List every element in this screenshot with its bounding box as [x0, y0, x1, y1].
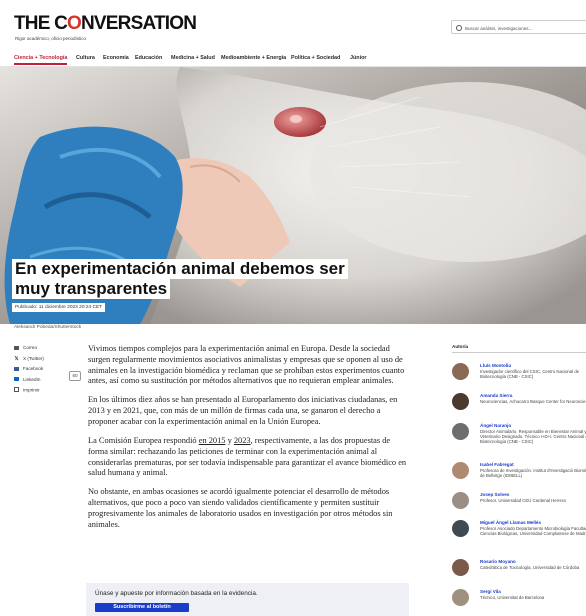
author-name[interactable]: Isabel Fabregat	[480, 462, 514, 467]
site-logo[interactable]: THE CONVERSATION	[14, 13, 197, 35]
linkedin-icon	[14, 377, 19, 382]
nav-item-educacion[interactable]: Educación	[135, 55, 162, 61]
avatar	[452, 423, 469, 440]
share-x[interactable]: 𝕏X (Twitter)	[14, 356, 43, 367]
paragraph-4: No obstante, en ambas ocasiones se acord…	[88, 487, 393, 529]
avatar	[452, 589, 469, 606]
author-role: Profesora de Investigación. Institut d'I…	[480, 468, 586, 479]
author-role: Director Animalario. Responsable en Bien…	[480, 429, 586, 445]
share-linkedin[interactable]: LinkedIn	[14, 377, 44, 388]
avatar	[452, 393, 469, 410]
paragraph-2: En los últimos diez años se han presenta…	[88, 395, 398, 426]
nav-item-ciencia-tecnologia[interactable]: Ciencia + Tecnología	[14, 55, 68, 65]
author-item[interactable]: Josep Solves Profesor, Universidad CEU C…	[452, 492, 586, 516]
author-role: Catedrática de Toxicología, Universidad …	[480, 565, 580, 570]
author-item[interactable]: Lluís Montoliu Investigador científico d…	[452, 363, 586, 387]
site-header: THE CONVERSATION Rigor académico, oficio…	[0, 0, 586, 50]
author-role: Neurociencias, Achucarro Basque Center f…	[480, 399, 586, 404]
article-title: En experimentación animal debemos ser mu…	[12, 259, 348, 299]
share-facebook[interactable]: Facebook	[14, 366, 44, 377]
search-input[interactable]: Buscar análisis, investigaciones...	[451, 20, 586, 34]
article-title-line-2: muy transparentes	[12, 279, 171, 299]
author-name[interactable]: Lluís Montoliu	[480, 363, 511, 368]
paragraph-1: Vivimos tiempos complejos para la experi…	[88, 344, 405, 386]
x-icon: 𝕏	[14, 356, 19, 363]
author-role: Técnico, Universitat de Barcelona	[480, 595, 545, 600]
printer-icon	[14, 387, 19, 393]
authors-divider	[452, 352, 586, 353]
site-tagline: Rigor académico, oficio periodístico	[15, 36, 87, 41]
cta-text: Únase y apueste por información basada e…	[95, 590, 258, 597]
facebook-icon	[14, 366, 19, 371]
author-name[interactable]: Miguel Ángel Llamas Mellés	[480, 520, 541, 525]
author-item[interactable]: Amanda Sierra Neurociencias, Achucarro B…	[452, 393, 586, 417]
author-item[interactable]: Ángel Naranjo Director Animalario. Respo…	[452, 423, 586, 447]
share-list: Correo 𝕏X (Twitter) Facebook LinkedIn Im…	[14, 345, 44, 398]
avatar	[452, 559, 469, 576]
article-body: Vivimos tiempos complejos para la experi…	[88, 344, 411, 539]
comment-count-badge[interactable]: 60	[69, 371, 81, 381]
author-item[interactable]: Sergi Vila Técnico, Universitat de Barce…	[452, 589, 586, 613]
section-nav: Ciencia + Tecnología Cultura Economía Ed…	[0, 52, 586, 67]
author-role: Investigador científico del CSIC, Centro…	[480, 369, 580, 380]
nav-item-economia[interactable]: Economía	[103, 55, 129, 61]
author-name[interactable]: Sergi Vila	[480, 589, 501, 594]
share-print[interactable]: Imprimir	[14, 387, 44, 398]
avatar	[452, 520, 469, 537]
nav-item-cultura[interactable]: Cultura	[76, 55, 95, 61]
author-name[interactable]: Amanda Sierra	[480, 393, 512, 398]
avatar	[452, 462, 469, 479]
link-2023[interactable]: 2023	[234, 436, 251, 445]
paragraph-3: La Comisión Europea respondió en 2015 y …	[88, 435, 407, 478]
author-name[interactable]: Rosario Moyano	[480, 559, 516, 564]
author-item[interactable]: Rosario Moyano Catedrática de Toxicologí…	[452, 559, 586, 583]
author-name[interactable]: Ángel Naranjo	[480, 423, 511, 428]
nav-item-junior[interactable]: Júnior	[350, 55, 366, 61]
nav-item-medioambiente-energia[interactable]: Medioambiente + Energía	[221, 55, 286, 61]
author-item[interactable]: Miguel Ángel Llamas Mellés Profesor Asoc…	[452, 520, 586, 544]
publish-date: Publicado: 11 diciembre 2023 20:24 CET	[12, 303, 106, 312]
search-placeholder: Buscar análisis, investigaciones...	[465, 26, 533, 31]
link-2015[interactable]: en 2015	[199, 436, 226, 445]
avatar	[452, 492, 469, 509]
nav-item-medicina-salud[interactable]: Medicina + Salud	[171, 55, 215, 61]
subscribe-button[interactable]: Suscribirme al boletín	[95, 603, 189, 612]
image-credit: Aleksandr Pobeda/Shutterstock	[14, 325, 82, 330]
newsletter-cta: Únase y apueste por información basada e…	[86, 583, 409, 616]
article-title-line-1: En experimentación animal debemos ser	[12, 259, 348, 279]
nav-item-politica-sociedad[interactable]: Política + Sociedad	[291, 55, 340, 61]
author-name[interactable]: Josep Solves	[480, 492, 509, 497]
author-role: Profesor, Universidad CEU Cardenal Herre…	[480, 498, 566, 503]
share-email[interactable]: Correo	[14, 345, 44, 356]
authors-heading: Autoría	[452, 344, 469, 349]
search-icon	[456, 25, 462, 31]
avatar	[452, 363, 469, 380]
email-icon	[14, 345, 19, 350]
author-role: Profesor Asociado Departamento Microbiol…	[480, 526, 586, 537]
author-item[interactable]: Isabel Fabregat Profesora de Investigaci…	[452, 462, 586, 486]
